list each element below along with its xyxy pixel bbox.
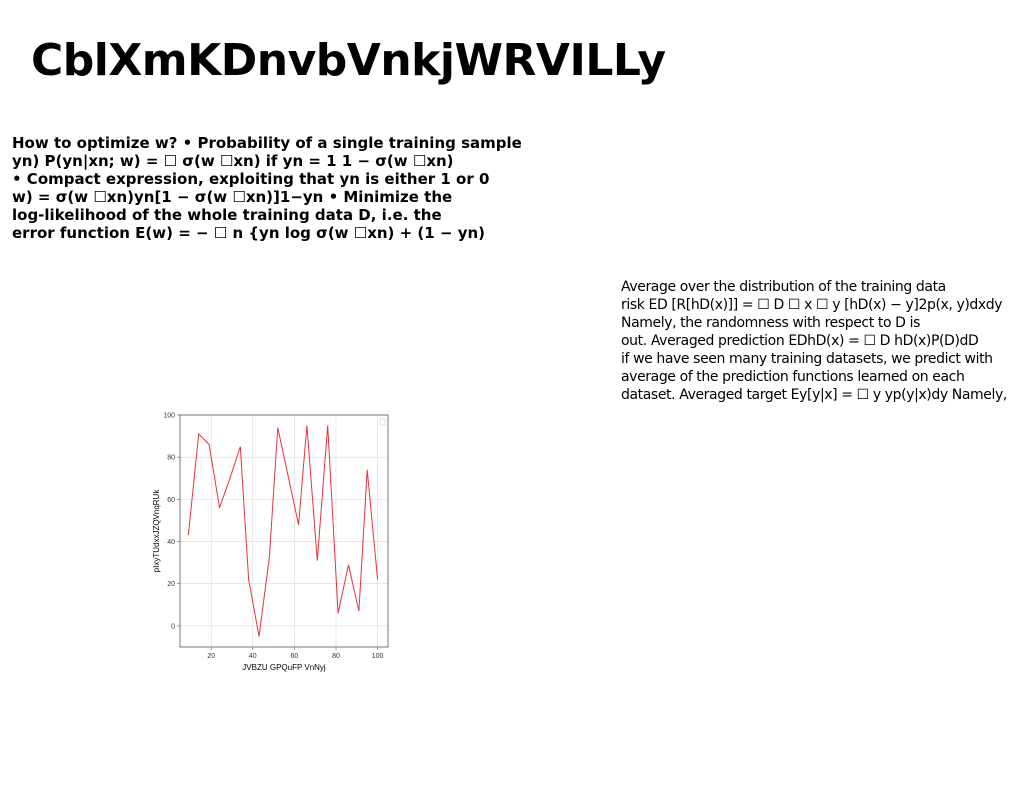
right-line: Average over the distribution of the tra… — [621, 279, 946, 295]
x-tick-label: 20 — [207, 653, 215, 660]
y-tick-label: 0 — [171, 623, 175, 630]
x-tick-label: 40 — [249, 653, 257, 660]
legend-box — [379, 418, 386, 426]
bold-line: How to optimize w? • Probability of a si… — [12, 134, 522, 152]
x-tick-label: 60 — [291, 653, 299, 660]
right-line: if we have seen many training datasets, … — [621, 351, 993, 367]
slide-title: CblXmKDnvbVnkjWRVILLy — [31, 35, 666, 86]
bold-line: • Compact expression, exploiting that yn… — [12, 170, 490, 188]
right-line: out. Averaged prediction EDhD(x) = ☐ D h… — [621, 333, 979, 349]
bold-line: w) = σ(w ☐xn)yn[1 − σ(w ☐xn)]1−yn • Mini… — [12, 188, 453, 206]
y-tick-label: 20 — [167, 581, 175, 588]
chart-ticks: 20 40 60 80 100 0 20 40 60 80 100 — [163, 413, 383, 661]
x-axis-label: JVBZU GPQuFP VnNyj — [242, 663, 326, 672]
y-axis-label: pIxyTUdxxJZQVnqRUk — [152, 489, 161, 573]
line-chart: 20 40 60 80 100 0 20 40 60 80 100 JVBZU GPQuFP VnN… — [150, 405, 400, 680]
right-line: dataset. Averaged target Ey[y|x] = ☐ y y… — [621, 387, 1007, 403]
bold-text-block: How to optimize w? • Probability of a si… — [12, 134, 572, 242]
bold-line: error function E(w) = − ☐ n {yn log σ(w … — [12, 224, 486, 242]
y-tick-label: 100 — [163, 413, 175, 420]
right-line: Namely, the randomness with respect to D… — [621, 315, 920, 331]
x-tick-label: 100 — [372, 653, 384, 660]
y-tick-label: 80 — [167, 455, 175, 462]
chart-grid — [180, 414, 388, 647]
right-text-block: Average over the distribution of the tra… — [621, 278, 1021, 404]
x-tick-label: 80 — [332, 653, 340, 660]
bold-line: log-likelihood of the whole training dat… — [12, 206, 442, 224]
right-line: risk ED [R[hD(x)]] = ☐ D ☐ x ☐ y [hD(x) … — [621, 297, 1003, 313]
y-tick-label: 40 — [167, 539, 175, 546]
right-line: average of the prediction functions lear… — [621, 369, 965, 385]
line-chart-svg: 20 40 60 80 100 0 20 40 60 80 100 JVBZU GPQuFP VnN… — [152, 413, 389, 672]
y-tick-label: 60 — [167, 497, 175, 504]
bold-line: yn) P(yn|xn; w) = ☐ σ(w ☐xn) if yn = 1 1… — [12, 152, 454, 170]
